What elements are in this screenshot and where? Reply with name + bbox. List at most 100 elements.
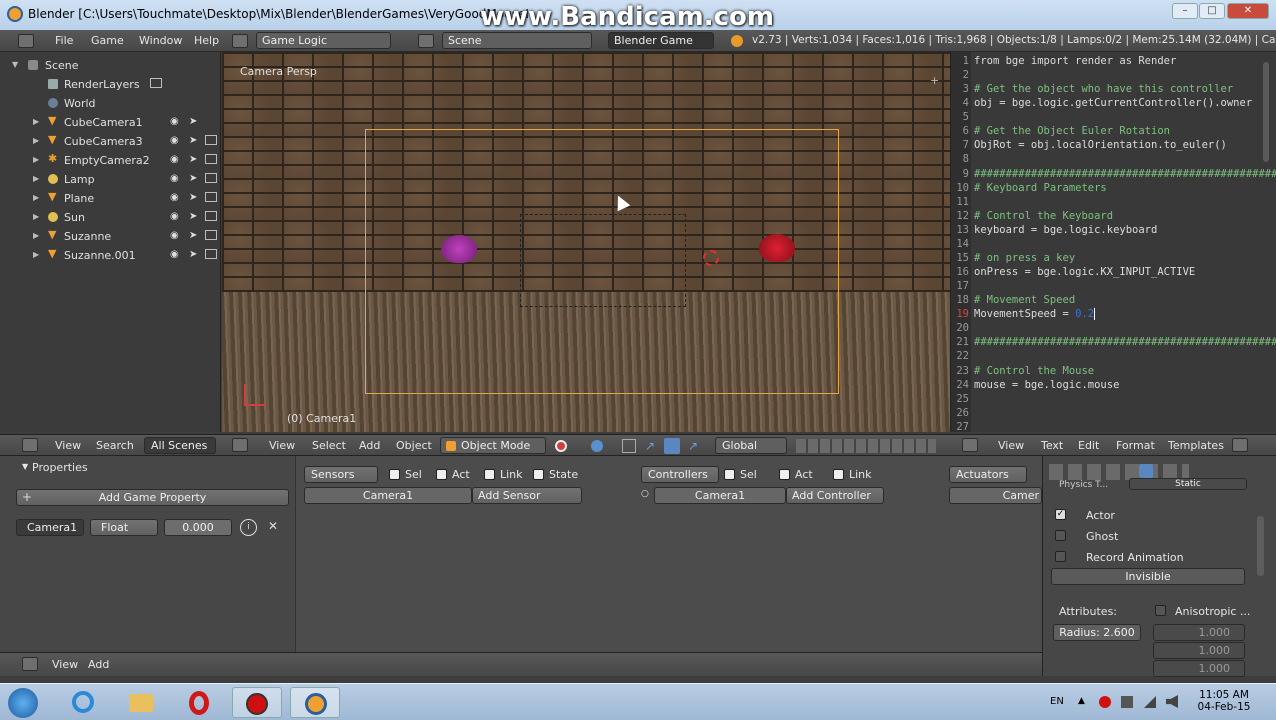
render-engine-select[interactable]: Blender Game bbox=[608, 32, 714, 49]
anisotropic-checkbox[interactable] bbox=[1155, 605, 1166, 616]
render-icon[interactable] bbox=[205, 230, 217, 240]
text-editor[interactable]: 1 from bge import render as Render 2 3 # Get… bbox=[950, 52, 1276, 432]
expand-triangle-icon[interactable]: ▶ bbox=[33, 231, 39, 240]
code-line[interactable]: keyboard = bge.logic.keyboard bbox=[974, 224, 1157, 236]
select-cursor-icon[interactable]: ➤ bbox=[189, 249, 197, 260]
sensors-sel-checkbox[interactable] bbox=[389, 469, 400, 480]
anisotropic-x-field[interactable]: 1.000 bbox=[1153, 624, 1245, 641]
record-animation-checkbox[interactable] bbox=[1055, 551, 1066, 562]
viewport-tools-toggle-icon[interactable]: + bbox=[930, 74, 939, 87]
debug-info-icon[interactable]: i bbox=[240, 519, 257, 536]
outliner-item-scene[interactable]: ▼ Scene bbox=[0, 56, 221, 75]
editor-type-icon[interactable] bbox=[232, 438, 248, 452]
expand-triangle-icon[interactable]: ▶ bbox=[33, 212, 39, 221]
text-menu-view[interactable]: View bbox=[998, 439, 1024, 452]
menu-file[interactable]: File bbox=[55, 34, 73, 47]
editor-type-icon[interactable] bbox=[22, 657, 38, 671]
code-line[interactable]: MovementSpeed = 0.2 bbox=[974, 308, 1096, 321]
code-line[interactable]: # Get the Object Euler Rotation bbox=[974, 125, 1170, 137]
maximize-button[interactable]: □ bbox=[1199, 3, 1225, 19]
select-cursor-icon[interactable]: ➤ bbox=[189, 211, 197, 222]
scene-field[interactable]: Scene bbox=[442, 32, 592, 49]
3d-viewport[interactable]: Camera Persp (0) Camera1 + bbox=[222, 52, 950, 432]
sensors-link-checkbox[interactable] bbox=[484, 469, 495, 480]
text-menu-format[interactable]: Format bbox=[1116, 439, 1155, 452]
text-menu-edit[interactable]: Edit bbox=[1078, 439, 1099, 452]
select-cursor-icon[interactable]: ➤ bbox=[189, 135, 197, 146]
select-cursor-icon[interactable]: ➤ bbox=[189, 230, 197, 241]
controllers-act-checkbox[interactable] bbox=[779, 469, 790, 480]
code-line[interactable]: # Movement Speed bbox=[974, 294, 1075, 306]
outliner-item-cubecamera3[interactable]: ▶ ▼ CubeCamera3 ◉ ➤ bbox=[0, 132, 221, 151]
visibility-eye-icon[interactable]: ◉ bbox=[170, 249, 179, 260]
code-line[interactable]: obj = bge.logic.getCurrentController().o… bbox=[974, 97, 1252, 109]
view3d-menu-object[interactable]: Object bbox=[396, 439, 432, 452]
menu-help[interactable]: Help bbox=[194, 34, 219, 47]
start-button-icon[interactable] bbox=[8, 688, 38, 718]
render-icon[interactable] bbox=[205, 249, 217, 259]
view3d-menu-view[interactable]: View bbox=[269, 439, 295, 452]
expand-triangle-icon[interactable]: ▼ bbox=[12, 60, 18, 69]
editor-type-icon[interactable] bbox=[962, 438, 978, 452]
expand-triangle-icon[interactable]: ▶ bbox=[33, 117, 39, 126]
text-menu-templates[interactable]: Templates bbox=[1168, 439, 1224, 452]
view3d-menu-select[interactable]: Select bbox=[312, 439, 346, 452]
language-indicator[interactable]: EN bbox=[1050, 696, 1064, 707]
code-line[interactable]: # Control the Keyboard bbox=[974, 210, 1113, 222]
pivot-point-icon[interactable] bbox=[591, 440, 603, 452]
menu-game[interactable]: Game bbox=[91, 34, 124, 47]
expand-triangle-icon[interactable]: ▶ bbox=[33, 136, 39, 145]
scale-icon[interactable]: ↗ bbox=[688, 439, 698, 453]
add-sensor-select[interactable]: Add Sensor bbox=[472, 487, 582, 504]
code-line[interactable]: ########################################… bbox=[974, 168, 1276, 180]
visibility-eye-icon[interactable]: ◉ bbox=[170, 135, 179, 146]
render-icon[interactable] bbox=[150, 78, 162, 88]
show-hidden-icons-icon[interactable]: ▲ bbox=[1078, 696, 1085, 706]
network-tray-icon[interactable] bbox=[1144, 696, 1156, 708]
visibility-eye-icon[interactable]: ◉ bbox=[170, 211, 179, 222]
radius-field[interactable]: Radius: 2.600 bbox=[1053, 624, 1141, 641]
visibility-eye-icon[interactable]: ◉ bbox=[170, 192, 179, 203]
manipulator-icon[interactable] bbox=[622, 439, 636, 453]
view3d-menu-add[interactable]: Add bbox=[359, 439, 380, 452]
sensors-act-checkbox[interactable] bbox=[436, 469, 447, 480]
ghost-checkbox[interactable] bbox=[1055, 530, 1066, 541]
remove-property-icon[interactable]: ✕ bbox=[268, 519, 278, 533]
property-type-select[interactable]: Float bbox=[90, 519, 158, 536]
code-line[interactable]: ########################################… bbox=[974, 336, 1276, 348]
code-line[interactable]: # on press a key bbox=[974, 252, 1075, 264]
editor-type-icon[interactable] bbox=[18, 34, 34, 48]
render-icon[interactable] bbox=[205, 135, 217, 145]
select-cursor-icon[interactable]: ➤ bbox=[189, 173, 197, 184]
flag-tray-icon[interactable] bbox=[1121, 696, 1133, 708]
outliner-item-suzanne[interactable]: ▶ ▼ Suzanne ◉ ➤ bbox=[0, 227, 221, 246]
controllers-state-icon[interactable]: ○ bbox=[641, 489, 649, 499]
viewport-shading-icon[interactable] bbox=[555, 440, 567, 452]
property-name-field[interactable]: Camera1 bbox=[16, 519, 84, 536]
outliner-item-renderlayers[interactable]: RenderLayers bbox=[0, 75, 221, 94]
outliner-item-emptycamera2[interactable]: ▶ ✱ EmptyCamera2 ◉ ➤ bbox=[0, 151, 221, 170]
anisotropic-y-field[interactable]: 1.000 bbox=[1153, 642, 1245, 659]
code-line[interactable]: onPress = bge.logic.KX_INPUT_ACTIVE bbox=[974, 266, 1195, 278]
code-line[interactable]: ObjRot = obj.localOrientation.to_euler() bbox=[974, 139, 1227, 151]
expand-triangle-icon[interactable]: ▶ bbox=[33, 250, 39, 259]
suzanne-purple[interactable] bbox=[441, 235, 477, 263]
expand-triangle-icon[interactable]: ▶ bbox=[33, 174, 39, 183]
physics-type-select[interactable]: Static bbox=[1129, 478, 1247, 490]
render-icon[interactable] bbox=[205, 192, 217, 202]
opera-icon[interactable] bbox=[174, 687, 224, 718]
invisible-toggle[interactable]: Invisible bbox=[1051, 568, 1245, 585]
transform-orientation-select[interactable]: Global bbox=[715, 437, 787, 454]
taskbar-clock[interactable]: 11:05 AM 04-Feb-15 bbox=[1196, 689, 1252, 713]
internet-explorer-icon[interactable] bbox=[58, 687, 108, 718]
render-icon[interactable] bbox=[205, 173, 217, 183]
code-line[interactable]: # Control the Mouse bbox=[974, 365, 1094, 377]
code-line[interactable]: mouse = bge.logic.mouse bbox=[974, 379, 1119, 391]
logic-menu-view[interactable]: View bbox=[52, 658, 78, 671]
screen-layout-icon[interactable] bbox=[232, 34, 248, 48]
outliner-item-cubecamera1[interactable]: ▶ ▼ CubeCamera1 ◉ ➤ bbox=[0, 113, 221, 132]
render-icon[interactable] bbox=[205, 154, 217, 164]
visibility-eye-icon[interactable]: ◉ bbox=[170, 154, 179, 165]
add-controller-select[interactable]: Add Controller bbox=[786, 487, 884, 504]
record-tray-icon[interactable] bbox=[1099, 696, 1111, 708]
